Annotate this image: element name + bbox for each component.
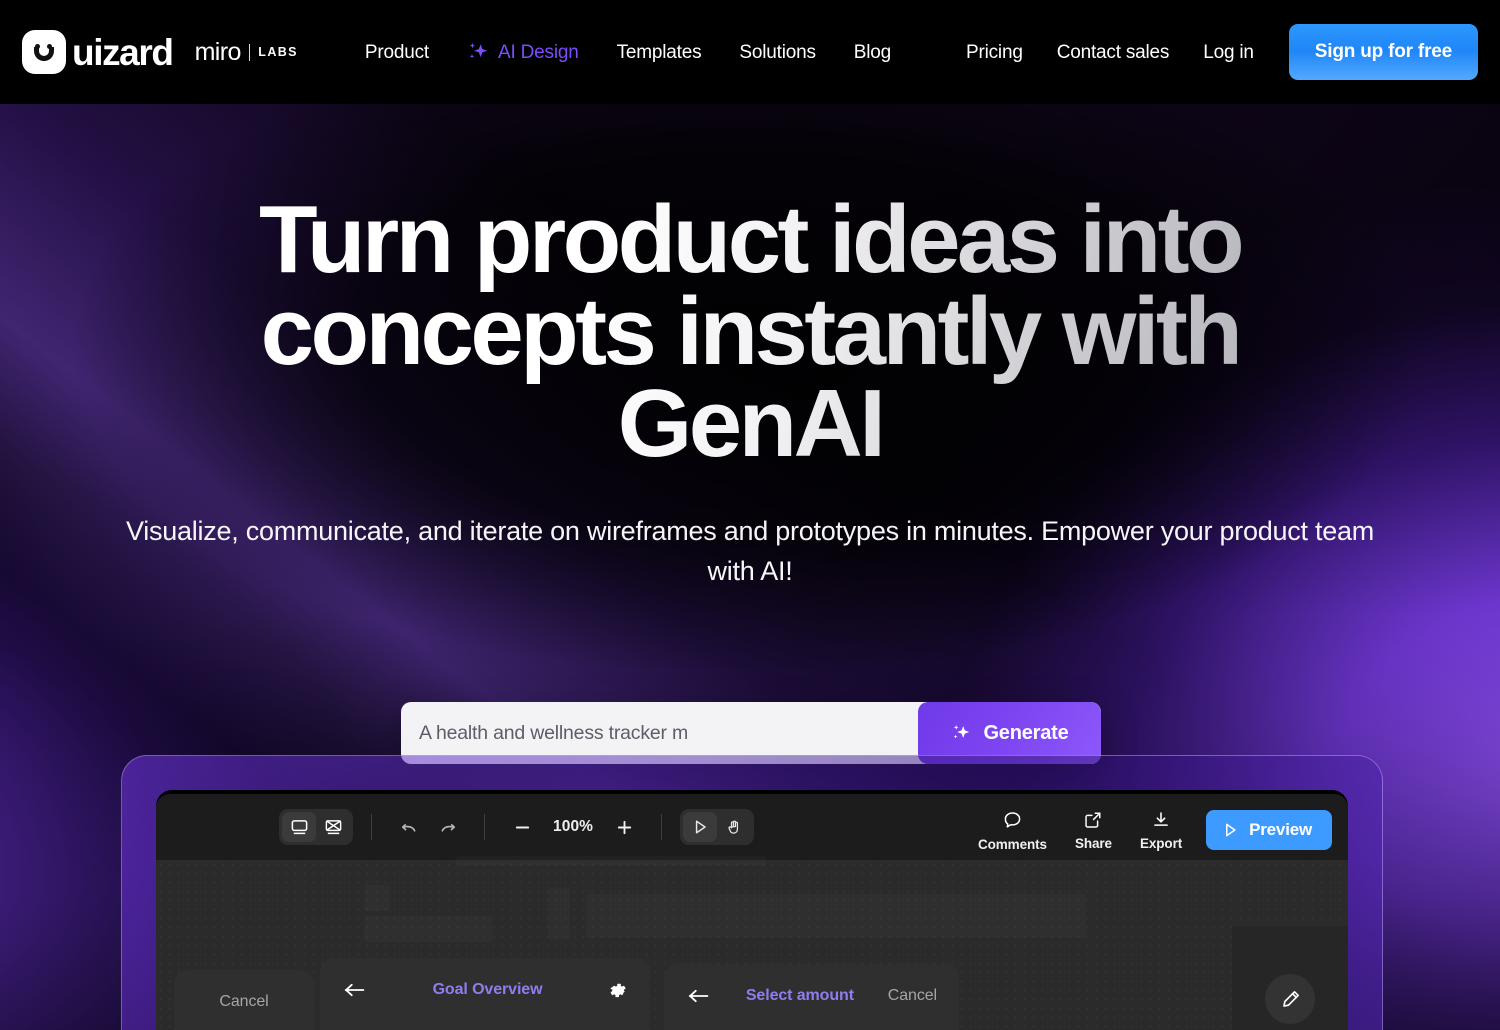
secondary-nav-links: Pricing Contact sales Log in Sign up for…: [949, 24, 1478, 80]
pointer-mode-group: [680, 809, 755, 845]
generate-button-label: Generate: [983, 721, 1069, 744]
cancel-label[interactable]: Cancel: [888, 987, 937, 1005]
plus-icon[interactable]: [605, 810, 643, 844]
canvas-ghost-shape: [364, 916, 492, 942]
share-external-icon: [1082, 809, 1104, 831]
top-navigation-bar: uizard miro LABS Product AI Design Templ…: [0, 0, 1500, 104]
card-select-amount[interactable]: Select amount Cancel: [664, 964, 959, 1030]
card-header: Goal Overview: [320, 958, 650, 1022]
toolbar-actions: Comments Share Export Preview: [964, 803, 1332, 852]
nav-item-product[interactable]: Product: [346, 43, 448, 62]
minus-icon[interactable]: [503, 810, 541, 844]
canvas-ghost-shape: [364, 885, 390, 911]
wireframe-icon[interactable]: [316, 812, 350, 842]
arrow-left-icon[interactable]: [342, 980, 368, 1000]
editor-toolbar: 100% Comments Share Export Preview: [156, 794, 1348, 860]
toolbar-divider: [661, 814, 663, 840]
nav-item-ai-design-label: AI Design: [498, 41, 579, 63]
card-title: Select amount: [745, 987, 854, 1004]
sparkle-icon: [950, 722, 972, 744]
right-rail: Design: [1232, 926, 1348, 1030]
uizard-editor: 100% Comments Share Export Preview Cance…: [156, 794, 1348, 1030]
uizard-smiley-logo-icon: [22, 30, 66, 74]
export-label: Export: [1139, 835, 1183, 851]
card-header: Select amount Cancel: [664, 964, 959, 1028]
cursor-play-icon[interactable]: [683, 812, 718, 842]
redo-icon[interactable]: [428, 810, 466, 844]
cancel-label[interactable]: Cancel: [219, 993, 268, 1011]
comments-button[interactable]: Comments: [964, 809, 1061, 852]
page-title: Turn product ideas into concepts instant…: [0, 194, 1500, 470]
landing-page: uizard miro LABS Product AI Design Templ…: [0, 0, 1500, 1030]
sparkle-icon: [467, 41, 489, 63]
share-label: Share: [1074, 835, 1112, 851]
hero-subtitle: Visualize, communicate, and iterate on w…: [125, 516, 1375, 586]
labs-wordmark: LABS: [258, 44, 298, 59]
gear-icon[interactable]: [607, 980, 628, 1001]
nav-item-contact-sales[interactable]: Contact sales: [1040, 43, 1187, 62]
nav-item-blog[interactable]: Blog: [835, 43, 910, 62]
download-icon: [1150, 809, 1172, 831]
miro-wordmark: miro: [194, 37, 242, 66]
arrow-left-icon[interactable]: [686, 986, 712, 1006]
lockup-divider: [248, 43, 251, 61]
logo-wordmark: uizard: [72, 31, 174, 73]
app-mockup-frame: 100% Comments Share Export Preview Cance…: [121, 755, 1383, 1030]
toolbar-divider: [371, 814, 372, 840]
card-goal-overview[interactable]: Goal Overview: [320, 958, 650, 1030]
rail-item-design[interactable]: Design: [1232, 974, 1348, 1030]
nav-item-pricing[interactable]: Pricing: [949, 43, 1040, 62]
comments-label: Comments: [977, 836, 1047, 852]
toolbar-divider: [484, 814, 485, 840]
card-cancel[interactable]: Cancel: [174, 970, 314, 1030]
nav-item-solutions[interactable]: Solutions: [720, 43, 834, 62]
headline-line-2: concepts instantly with GenAI: [260, 278, 1240, 478]
nav-item-templates[interactable]: Templates: [598, 43, 721, 62]
nav-item-ai-design[interactable]: AI Design: [448, 41, 598, 63]
brand-lockup[interactable]: uizard miro LABS: [22, 30, 298, 74]
comment-bubble-icon: [1001, 809, 1024, 832]
canvas-ghost-shape: [548, 888, 570, 940]
export-button[interactable]: Export: [1126, 809, 1196, 851]
zoom-level[interactable]: 100%: [541, 818, 605, 836]
card-header: Cancel: [174, 970, 314, 1030]
primary-nav-links: Product AI Design Templates Solutions Bl…: [346, 41, 910, 63]
headline-line-1: Turn product ideas into: [258, 186, 1242, 293]
canvas-ghost-shape: [456, 856, 766, 866]
hero-section: Turn product ideas into concepts instant…: [0, 104, 1500, 591]
editor-canvas[interactable]: Cancel Goal Overview Select amount Cance…: [156, 860, 1348, 1030]
app-mockup-screen: 100% Comments Share Export Preview Cance…: [156, 790, 1348, 1030]
sign-up-button[interactable]: Sign up for free: [1288, 24, 1478, 80]
card-title: Goal Overview: [432, 981, 543, 998]
play-icon: [1221, 821, 1239, 839]
share-button[interactable]: Share: [1061, 809, 1126, 851]
undo-icon[interactable]: [390, 810, 428, 844]
view-mode-group: [279, 809, 353, 845]
canvas-ghost-shape: [586, 894, 1086, 938]
hand-icon[interactable]: [717, 812, 751, 842]
pencil-icon: [1265, 974, 1315, 1024]
screen-icon[interactable]: [282, 812, 316, 842]
preview-button-label: Preview: [1249, 819, 1312, 839]
miro-labs-lockup: miro LABS: [194, 37, 298, 66]
preview-button[interactable]: Preview: [1206, 809, 1332, 850]
nav-item-log-in[interactable]: Log in: [1186, 43, 1271, 62]
